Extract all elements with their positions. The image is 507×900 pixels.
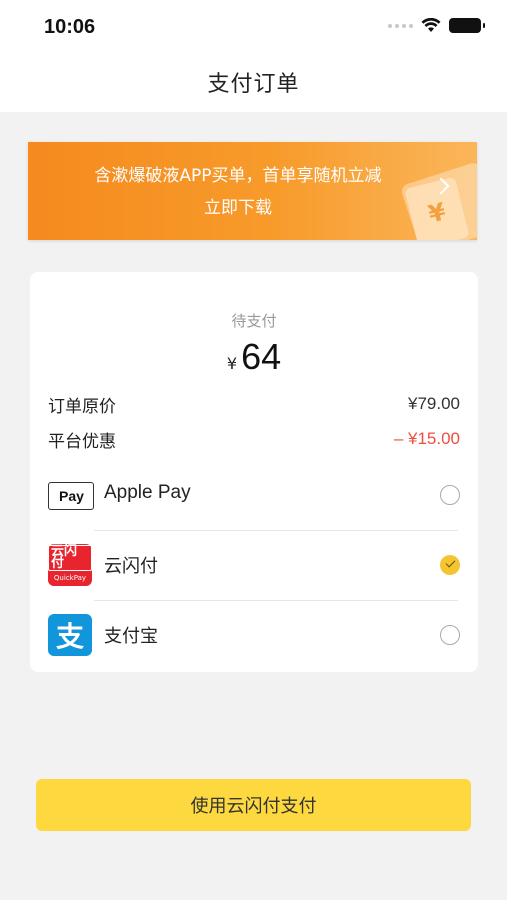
status-indicators [388,18,485,33]
battery-icon [449,18,485,33]
payment-option-label: 支付宝 [104,626,158,647]
discount-value: – ¥15.00 [393,429,460,448]
payment-option-alipay[interactable]: 支 支付宝 [30,600,478,670]
original-price-label: 订单原价 [48,396,116,417]
amount-value: 64 [241,336,282,377]
discount-row: 平台优惠 – ¥15.00 [48,427,460,452]
divider [94,530,458,531]
nav-bar: 支付订单 [0,52,507,112]
status-bar: 10:06 [0,0,507,52]
cellular-signal-icon [388,23,413,28]
alipay-icon: 支 [48,614,92,656]
unionpay-quickpass-icon: 云闪付 QuickPay [48,544,92,586]
download-app-banner[interactable]: ¥ 含漱爆破液APP买单，首单享随机立减 立即下载 [28,142,477,240]
payment-option-apple-pay[interactable]: Pay Apple Pay [30,460,478,530]
banner-line-1: 含漱爆破液APP买单，首单享随机立减 [94,166,382,186]
banner-line-2: 立即下载 [204,198,272,218]
pending-label: 待支付 [231,312,277,330]
original-price-value: ¥79.00 [408,394,460,413]
discount-label: 平台优惠 [48,431,116,452]
order-card: 待支付 ¥ 64 订单原价 ¥79.00 平台优惠 – ¥15.00 Pay A… [30,272,478,672]
status-time: 10:06 [44,16,96,38]
page-title: 支付订单 [207,72,300,97]
divider [94,600,458,601]
radio-unionpay-checked[interactable] [440,555,460,575]
original-price-row: 订单原价 ¥79.00 [48,392,460,417]
radio-apple-pay[interactable] [440,485,460,505]
payment-option-unionpay[interactable]: 云闪付 QuickPay 云闪付 [30,530,478,600]
apple-pay-icon: Pay [48,482,94,510]
currency-symbol: ¥ [226,354,238,373]
banner-text: 含漱爆破液APP买单，首单享随机立减 立即下载 [28,160,448,224]
amount-display: ¥ 64 [30,336,478,378]
payment-option-label: Apple Pay [104,482,191,503]
wifi-icon [421,18,441,32]
pay-button[interactable]: 使用云闪付支付 [36,779,471,831]
radio-alipay[interactable] [440,625,460,645]
payment-option-label: 云闪付 [104,556,158,577]
